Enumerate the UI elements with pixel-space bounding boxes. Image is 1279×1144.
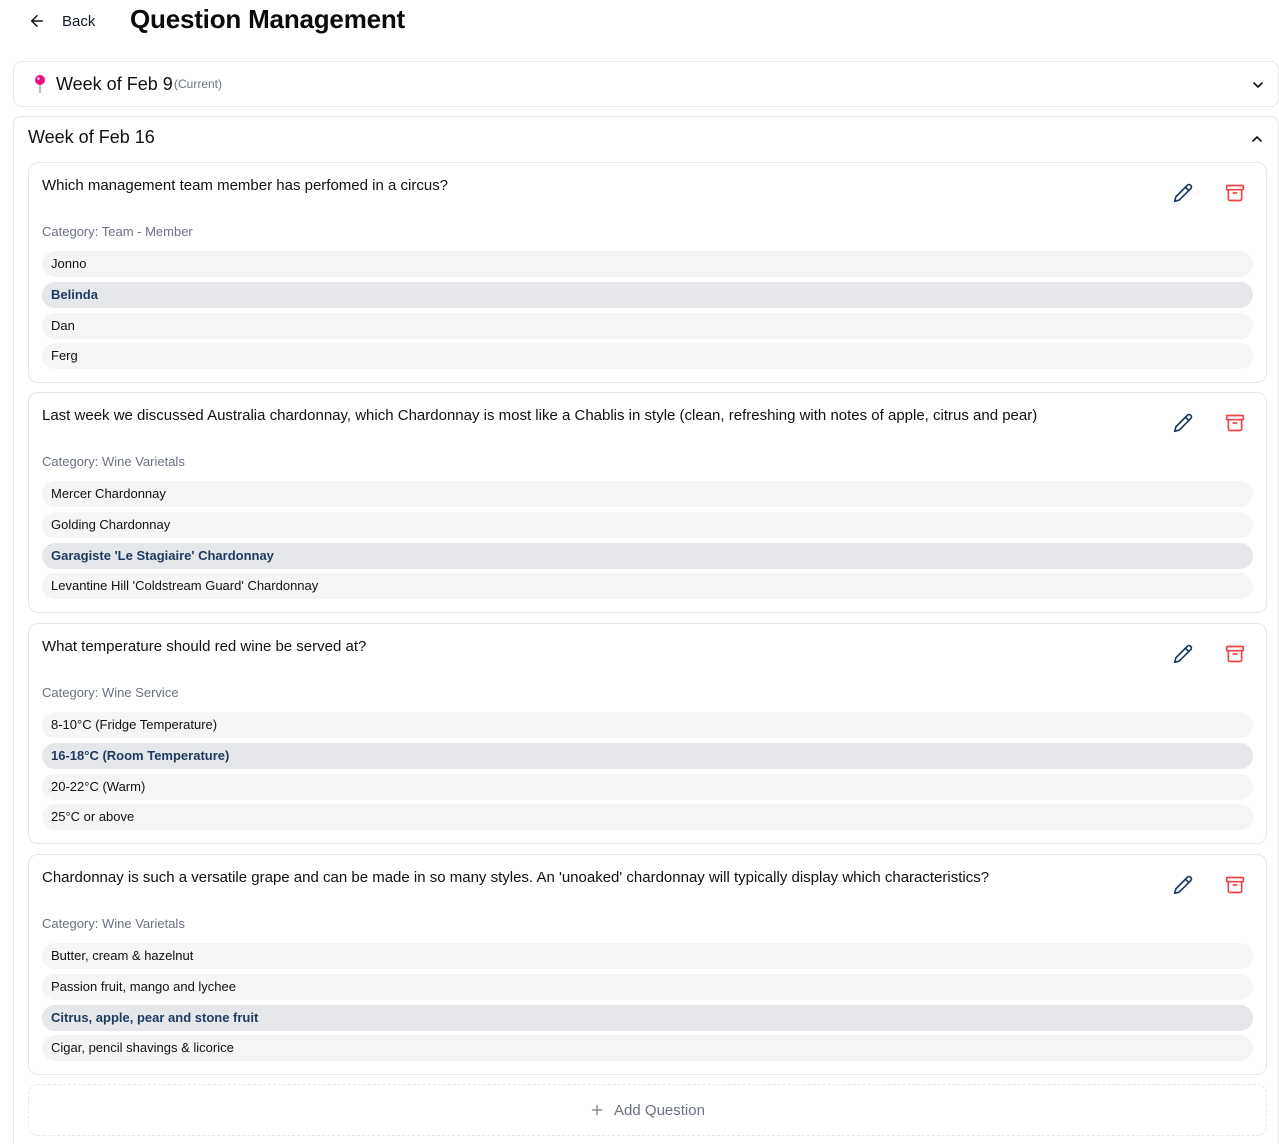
answer-option: Dan (42, 312, 1253, 339)
answer-option: Mercer Chardonnay (42, 481, 1253, 507)
week-title: Week of Feb 16 (28, 127, 155, 147)
archive-question-button[interactable] (1225, 644, 1245, 664)
answer-option: Cigar, pencil shavings & licorice (42, 1035, 1253, 1062)
archive-question-button[interactable] (1225, 875, 1245, 895)
edit-question-button[interactable] (1173, 413, 1193, 433)
add-question-label: Add Question (614, 1101, 705, 1119)
question-card: Chardonnay is such a versatile grape and… (28, 854, 1267, 1075)
pencil-icon (1173, 644, 1193, 664)
answer-option: Ferg (42, 343, 1253, 370)
answer-options: Butter, cream & hazelnut Passion fruit, m… (42, 943, 1253, 1066)
pencil-icon (1173, 875, 1193, 895)
add-question-button[interactable]: Add Question (28, 1084, 1267, 1136)
answer-option: Passion fruit, mango and lychee (42, 973, 1253, 1000)
week-accordion-feb-9[interactable]: Week of Feb 9 (Current) (13, 61, 1279, 107)
plus-icon (591, 1104, 603, 1116)
page-title: Question Management (130, 4, 406, 34)
answer-options: 8-10°C (Fridge Temperature) 16-18°C (Room… (42, 712, 1253, 835)
question-text: Which management team member has perfome… (42, 177, 449, 194)
edit-question-button[interactable] (1173, 875, 1193, 895)
answer-options: Mercer Chardonnay Golding Chardonnay Garag… (42, 481, 1253, 604)
chevron-up-icon[interactable] (1249, 131, 1265, 147)
question-text: Chardonnay is such a versatile grape and… (42, 869, 990, 886)
back-button[interactable]: Back (28, 8, 95, 34)
archive-question-button[interactable] (1225, 413, 1245, 433)
archive-question-button[interactable] (1225, 183, 1245, 203)
archive-icon (1225, 876, 1245, 894)
edit-question-button[interactable] (1173, 644, 1193, 664)
answer-options: Jonno Belinda Dan Ferg (42, 251, 1253, 374)
page-header: Back Question Management (0, 0, 1279, 44)
question-card: Which management team member has perfome… (28, 162, 1267, 383)
answer-option: Jonno (42, 251, 1253, 277)
archive-icon (1225, 645, 1245, 663)
pencil-icon (1173, 183, 1193, 203)
pin-icon (35, 75, 45, 93)
question-category: Category: Wine Varietals (42, 454, 185, 469)
answer-option-correct: 16-18°C (Room Temperature) (42, 742, 1253, 769)
answer-option-correct: Garagiste 'Le Stagiaire' Chardonnay (42, 542, 1253, 569)
answer-option: 8-10°C (Fridge Temperature) (42, 712, 1253, 738)
edit-question-button[interactable] (1173, 183, 1193, 203)
answer-option: Butter, cream & hazelnut (42, 943, 1253, 969)
answer-option-correct: Citrus, apple, pear and stone fruit (42, 1004, 1253, 1031)
archive-icon (1225, 184, 1245, 202)
answer-option-correct: Belinda (42, 281, 1253, 308)
question-text: What temperature should red wine be serv… (42, 638, 367, 655)
question-card: Last week we discussed Australia chardon… (28, 392, 1267, 613)
week-title: Week of Feb 9 (56, 74, 173, 94)
chevron-down-icon[interactable] (1250, 77, 1266, 93)
answer-option: 20-22°C (Warm) (42, 773, 1253, 800)
question-category: Category: Wine Service (42, 685, 179, 700)
arrow-left-icon (31, 15, 43, 27)
answer-option: Levantine Hill 'Coldstream Guard' Chardo… (42, 573, 1253, 600)
question-text: Last week we discussed Australia chardon… (42, 407, 1038, 424)
answer-option: Golding Chardonnay (42, 511, 1253, 538)
current-week-tag: (Current) (174, 77, 223, 91)
answer-option: 25°C or above (42, 804, 1253, 831)
week-accordion-feb-16: Week of Feb 16 Which management team mem… (13, 116, 1279, 1144)
question-category: Category: Team - Member (42, 224, 193, 239)
question-category: Category: Wine Varietals (42, 916, 185, 931)
archive-icon (1225, 414, 1245, 432)
pencil-icon (1173, 413, 1193, 433)
back-label: Back (62, 12, 96, 30)
question-card: What temperature should red wine be serv… (28, 623, 1267, 844)
